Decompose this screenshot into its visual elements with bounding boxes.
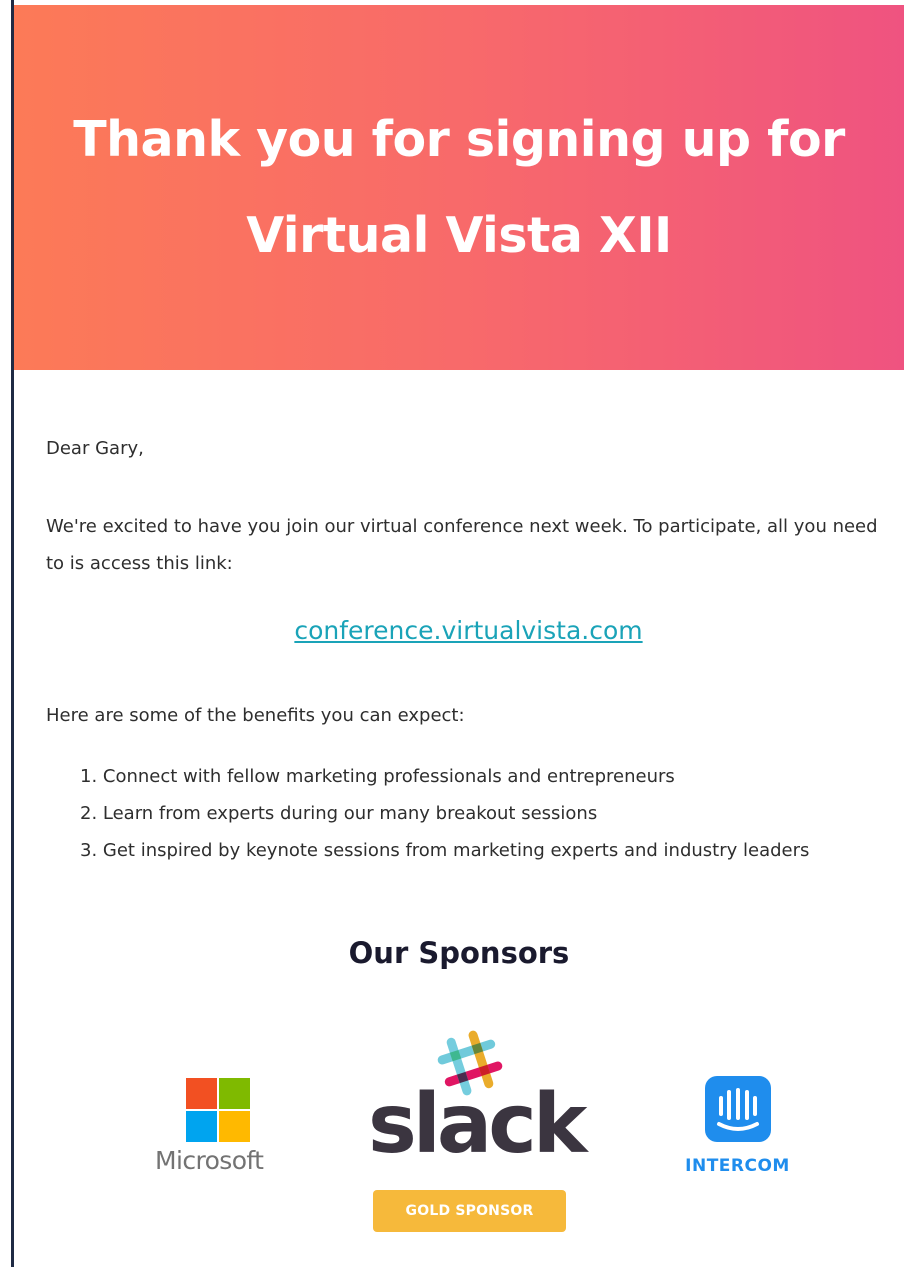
hero-banner: Thank you for signing up for Virtual Vis… — [14, 5, 904, 370]
slack-logo[interactable]: slack GOLD SPONSOR — [360, 1025, 587, 1240]
intro-paragraph: We're excited to have you join our virtu… — [46, 516, 878, 574]
sponsors-heading: Our Sponsors — [348, 936, 570, 970]
conference-link[interactable]: conference.virtualvista.com — [294, 616, 642, 645]
hero-title: Thank you for signing up for Virtual Vis… — [73, 110, 845, 264]
intercom-logo-icon — [705, 1076, 771, 1142]
greeting: Dear Gary, — [46, 438, 144, 459]
microsoft-logo-icon — [186, 1078, 250, 1142]
left-border — [0, 0, 14, 1267]
microsoft-logo[interactable]: Microsoft — [155, 1078, 280, 1178]
slack-wordmark: slack — [368, 1077, 587, 1172]
benefits-intro: Here are some of the benefits you can ex… — [46, 705, 465, 726]
intercom-wordmark: INTERCOM — [685, 1156, 790, 1176]
microsoft-wordmark: Microsoft — [155, 1146, 264, 1175]
link-container: conference.virtualvista.com — [46, 616, 891, 645]
benefit-item: 2. Learn from experts during our many br… — [80, 803, 598, 824]
intercom-logo[interactable]: INTERCOM — [680, 1076, 795, 1186]
benefits-list: 1. Connect with fellow marketing profess… — [80, 758, 900, 869]
benefit-item: 3. Get inspired by keynote sessions from… — [80, 840, 810, 861]
benefit-item: 1. Connect with fellow marketing profess… — [80, 766, 675, 787]
gold-sponsor-badge: GOLD SPONSOR — [373, 1190, 566, 1232]
